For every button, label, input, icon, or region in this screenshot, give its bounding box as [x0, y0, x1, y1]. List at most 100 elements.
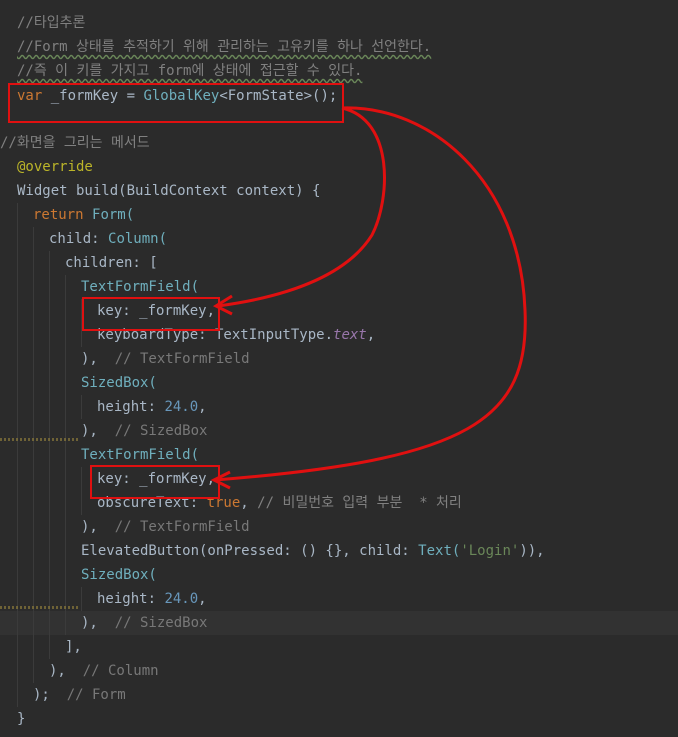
code-line[interactable]: keyboardType: TextInputType.text,: [0, 323, 678, 347]
code-text: SizedBox(: [81, 371, 157, 395]
indent-guide: [49, 491, 50, 515]
code-line[interactable]: ); // Form: [0, 683, 678, 707]
indent-guide: [65, 371, 66, 395]
code-line[interactable]: ), // Column: [0, 659, 678, 683]
code-token: text: [333, 327, 367, 343]
code-token: ElevatedButton(onPressed: () {}, child:: [81, 543, 419, 559]
indent-guide: [49, 563, 50, 587]
indent-guide: [65, 611, 66, 635]
code-line[interactable]: key: _formKey,: [0, 299, 678, 323]
code-line[interactable]: child: Column(: [0, 227, 678, 251]
indent-guide: [33, 299, 34, 323]
code-line[interactable]: SizedBox(: [0, 371, 678, 395]
indent-guide: [33, 515, 34, 539]
indent-guide: [65, 491, 66, 515]
code-line[interactable]: var _formKey = GlobalKey<FormState>();: [0, 84, 678, 108]
indent-guide: [33, 467, 34, 491]
code-token: keyboardType: TextInputType.: [97, 327, 334, 343]
code-token: //타입추론: [17, 15, 86, 31]
indent-guide: [33, 611, 34, 635]
code-token: //Form 상태를 추적하기 위해 관리하는 고유키를 하나 선언한다.: [17, 39, 432, 55]
code-line[interactable]: }: [0, 707, 678, 731]
indent-guide: [17, 515, 18, 539]
indent-guide: [33, 443, 34, 467]
indent-guide: [17, 563, 18, 587]
indent-guide: [65, 275, 66, 299]
code-token: @override: [17, 159, 93, 175]
code-line[interactable]: ), // TextFormField: [0, 515, 678, 539]
code-token: ),: [81, 423, 115, 439]
code-token: // TextFormField: [114, 519, 250, 535]
indent-guide: [65, 323, 66, 347]
code-line[interactable]: TextFormField(: [0, 275, 678, 299]
code-token: 'Login': [460, 543, 520, 559]
code-text: //즉 이 키를 가지고 form에 상태에 접근할 수 있다.: [17, 59, 362, 83]
code-line[interactable]: obscureText: true, // 비밀번호 입력 부분 * 처리: [0, 491, 678, 515]
indent-guide: [17, 299, 18, 323]
indent-guide: [49, 515, 50, 539]
code-token: ),: [81, 351, 115, 367]
code-text: TextFormField(: [81, 443, 199, 467]
code-token: // SizedBox: [114, 615, 208, 631]
code-token: )),: [519, 543, 545, 559]
code-token: ),: [49, 663, 83, 679]
code-line[interactable]: ), // SizedBox: [0, 419, 678, 443]
code-line[interactable]: ElevatedButton(onPressed: () {}, child: …: [0, 539, 678, 563]
code-line[interactable]: height: 24.0,: [0, 587, 678, 611]
indent-guide: [49, 251, 50, 275]
indent-guide: [33, 275, 34, 299]
code-text: ), // SizedBox: [81, 611, 207, 635]
code-text: return Form(: [33, 203, 134, 227]
indent-guide: [17, 491, 18, 515]
code-line[interactable]: @override: [0, 155, 678, 179]
code-token: key: _formKey,: [97, 303, 216, 319]
code-text: //화면을 그리는 메서드: [0, 131, 150, 155]
code-token: // TextFormField: [114, 351, 250, 367]
code-line[interactable]: children: [: [0, 251, 678, 275]
code-line[interactable]: //타입추론: [0, 11, 678, 35]
indent-guide: [17, 635, 18, 659]
code-token: return: [33, 207, 93, 223]
code-text: obscureText: true, // 비밀번호 입력 부분 * 처리: [97, 491, 462, 515]
code-token: =: [118, 88, 144, 104]
indent-guide: [33, 323, 34, 347]
code-token: ,: [240, 495, 258, 511]
code-text: key: _formKey,: [97, 467, 215, 491]
code-line[interactable]: Widget build(BuildContext context) {: [0, 179, 678, 203]
indent-guide: [33, 251, 34, 275]
code-text: var _formKey = GlobalKey<FormState>();: [17, 84, 337, 108]
code-line[interactable]: return Form(: [0, 203, 678, 227]
indent-guide: [49, 275, 50, 299]
code-line[interactable]: //즉 이 키를 가지고 form에 상태에 접근할 수 있다.: [0, 59, 678, 83]
code-line[interactable]: height: 24.0,: [0, 395, 678, 419]
indent-guide: [17, 275, 18, 299]
code-editor[interactable]: //타입추론 //Form 상태를 추적하기 위해 관리하는 고유키를 하나 선언…: [0, 0, 678, 737]
code-line[interactable]: //Form 상태를 추적하기 위해 관리하는 고유키를 하나 선언한다.: [0, 35, 678, 59]
code-token: children: [: [65, 255, 158, 271]
indent-guide: [65, 563, 66, 587]
indent-guide: [49, 611, 50, 635]
code-text: ElevatedButton(onPressed: () {}, child: …: [81, 539, 545, 563]
code-token: 24.0: [164, 399, 199, 415]
code-token: Form(: [92, 207, 135, 223]
code-line[interactable]: ), // SizedBox: [0, 611, 678, 635]
code-line[interactable]: [0, 108, 678, 132]
code-line[interactable]: ), // TextFormField: [0, 347, 678, 371]
indent-guide: [49, 395, 50, 419]
code-text: height: 24.0,: [97, 395, 207, 419]
code-line[interactable]: ],: [0, 635, 678, 659]
code-token: true: [206, 495, 241, 511]
indent-guide: [65, 347, 66, 371]
warning-underline: [0, 438, 80, 441]
indent-guide: [17, 251, 18, 275]
indent-guide: [65, 443, 66, 467]
indent-guide: [49, 347, 50, 371]
code-token: //즉 이 키를 가지고 form에 상태에 접근할 수 있다.: [17, 63, 363, 79]
indent-guide: [17, 611, 18, 635]
code-line[interactable]: key: _formKey,: [0, 467, 678, 491]
code-line[interactable]: TextFormField(: [0, 443, 678, 467]
indent-guide: [17, 395, 18, 419]
code-line[interactable]: SizedBox(: [0, 563, 678, 587]
code-text: @override: [17, 155, 93, 179]
code-line[interactable]: //화면을 그리는 메서드: [0, 131, 678, 155]
